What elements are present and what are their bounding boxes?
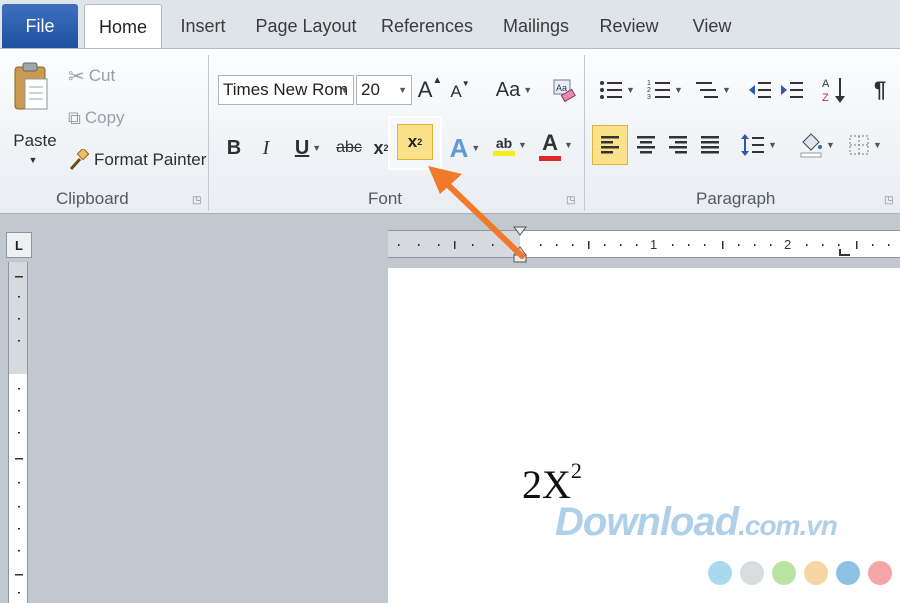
align-right-icon bbox=[669, 136, 687, 154]
font-color-icon: A bbox=[539, 130, 562, 161]
paragraph-group-label: Paragraph bbox=[696, 189, 776, 208]
numbering-button[interactable]: 1 2 3 ▼ bbox=[644, 75, 686, 105]
font-name-combobox[interactable]: Times New Rom ▼ bbox=[218, 75, 354, 105]
svg-text:2: 2 bbox=[647, 87, 651, 94]
paint-bucket-icon bbox=[800, 133, 823, 158]
watermark-dot bbox=[740, 561, 764, 585]
bullets-button[interactable]: ▼ bbox=[596, 75, 638, 105]
tab-file[interactable]: File bbox=[2, 4, 78, 48]
multilevel-list-button[interactable]: ▼ bbox=[692, 75, 734, 105]
eraser-icon: Aa bbox=[553, 79, 576, 102]
watermark-dot bbox=[868, 561, 892, 585]
svg-text:A: A bbox=[822, 78, 830, 90]
vertical-ruler[interactable] bbox=[8, 262, 28, 603]
font-launcher-icon[interactable]: ◳ bbox=[566, 195, 575, 206]
highlighter-icon: ab bbox=[493, 135, 516, 156]
watermark-dot bbox=[836, 561, 860, 585]
paste-button[interactable] bbox=[10, 59, 52, 121]
decrease-indent-button[interactable] bbox=[746, 75, 774, 105]
font-color-button[interactable]: A ▼ bbox=[536, 127, 576, 163]
group-divider bbox=[584, 55, 585, 211]
increase-indent-button[interactable] bbox=[778, 75, 806, 105]
format-painter-button[interactable]: Format Painter bbox=[68, 147, 206, 173]
indent-marker-icon[interactable] bbox=[512, 225, 528, 265]
paste-dropdown-icon[interactable]: ▼ bbox=[26, 153, 40, 167]
clipboard-group-label: Clipboard bbox=[56, 189, 129, 208]
tab-review[interactable]: Review bbox=[594, 4, 664, 48]
document-page[interactable]: 2X2 bbox=[388, 268, 900, 603]
paste-label[interactable]: Paste bbox=[13, 129, 56, 153]
cut-button[interactable]: ✂ Cut bbox=[68, 63, 115, 89]
watermark-dot bbox=[804, 561, 828, 585]
paragraph-launcher-icon[interactable]: ◳ bbox=[884, 195, 893, 206]
align-left-button[interactable] bbox=[592, 125, 628, 165]
show-marks-button[interactable]: ¶ bbox=[868, 75, 892, 105]
tab-view[interactable]: View bbox=[684, 4, 740, 48]
ruler-ticks bbox=[398, 241, 890, 256]
align-center-icon bbox=[637, 136, 655, 154]
clipboard-launcher-icon[interactable]: ◳ bbox=[192, 195, 201, 206]
bold-button[interactable]: B bbox=[224, 133, 244, 163]
line-spacing-button[interactable]: ▼ bbox=[738, 129, 780, 161]
superscript-button[interactable]: x2 bbox=[397, 124, 433, 160]
clipboard-icon bbox=[14, 62, 48, 110]
shrink-font-button[interactable]: A ▼ bbox=[448, 79, 472, 105]
paintbrush-icon bbox=[69, 149, 90, 171]
sort-button[interactable]: A Z bbox=[820, 73, 848, 107]
ruler-label-2: 2 bbox=[784, 237, 792, 252]
justify-button[interactable] bbox=[696, 129, 724, 161]
copy-button[interactable]: ⧉ Copy bbox=[68, 105, 125, 131]
svg-text:1: 1 bbox=[647, 80, 651, 87]
clear-formatting-button[interactable]: Aa bbox=[550, 75, 578, 105]
grow-font-button[interactable]: A ▲ bbox=[418, 75, 443, 105]
borders-icon bbox=[849, 135, 869, 155]
change-case-button[interactable]: Aa ▼ bbox=[492, 75, 536, 105]
shading-button[interactable]: ▼ bbox=[796, 127, 838, 163]
svg-text:Z: Z bbox=[822, 92, 829, 104]
italic-button[interactable]: I bbox=[256, 133, 276, 163]
watermark-dots bbox=[708, 561, 892, 585]
underline-button[interactable]: U ▼ bbox=[288, 133, 328, 163]
justify-icon bbox=[701, 136, 719, 154]
bullet-list-icon bbox=[600, 81, 623, 99]
vertical-ruler-ticks bbox=[15, 276, 23, 594]
horizontal-ruler[interactable]: 1 2 bbox=[388, 226, 900, 263]
watermark-dot bbox=[708, 561, 732, 585]
sort-az-icon: A Z bbox=[822, 78, 845, 104]
download-watermark-logo: Download.com.vn bbox=[555, 500, 838, 544]
align-center-button[interactable] bbox=[632, 129, 660, 161]
strikethrough-button[interactable]: abc bbox=[334, 133, 364, 163]
ribbon-home: Paste ▼ ✂ Cut ⧉ Copy Format Painter Clip… bbox=[0, 48, 900, 214]
group-divider bbox=[208, 55, 209, 211]
ruler-label-1: 1 bbox=[650, 237, 658, 252]
ribbon-tab-bar: File Home Insert Page Layout References … bbox=[0, 0, 900, 50]
copy-icon: ⧉ bbox=[68, 107, 81, 128]
increase-indent-icon bbox=[781, 82, 803, 98]
align-right-button[interactable] bbox=[664, 129, 692, 161]
text-effects-button[interactable]: A ▼ bbox=[446, 133, 484, 163]
highlight-color-button[interactable]: ab ▼ bbox=[490, 127, 530, 163]
decrease-indent-icon bbox=[749, 82, 771, 98]
scissors-icon: ✂ bbox=[68, 65, 85, 88]
borders-button[interactable]: ▼ bbox=[844, 129, 886, 161]
font-group-label: Font bbox=[368, 189, 403, 208]
multilevel-list-icon bbox=[696, 82, 719, 98]
tab-page-layout[interactable]: Page Layout bbox=[250, 4, 362, 48]
align-left-icon bbox=[601, 136, 619, 154]
chevron-down-icon: ▼ bbox=[340, 85, 349, 95]
chevron-down-icon: ▼ bbox=[398, 85, 407, 95]
watermark-dot bbox=[772, 561, 796, 585]
svg-text:Aa: Aa bbox=[556, 83, 567, 93]
tab-selector-button[interactable]: L bbox=[6, 232, 32, 258]
font-size-combobox[interactable]: 20 ▼ bbox=[356, 75, 412, 105]
tab-mailings[interactable]: Mailings bbox=[494, 4, 578, 48]
tab-home[interactable]: Home bbox=[84, 4, 162, 50]
svg-text:3: 3 bbox=[647, 94, 651, 101]
line-spacing-icon bbox=[741, 134, 765, 156]
tab-references[interactable]: References bbox=[378, 4, 476, 48]
numbered-list-icon: 1 2 3 bbox=[647, 80, 671, 101]
tab-insert[interactable]: Insert bbox=[170, 4, 236, 48]
